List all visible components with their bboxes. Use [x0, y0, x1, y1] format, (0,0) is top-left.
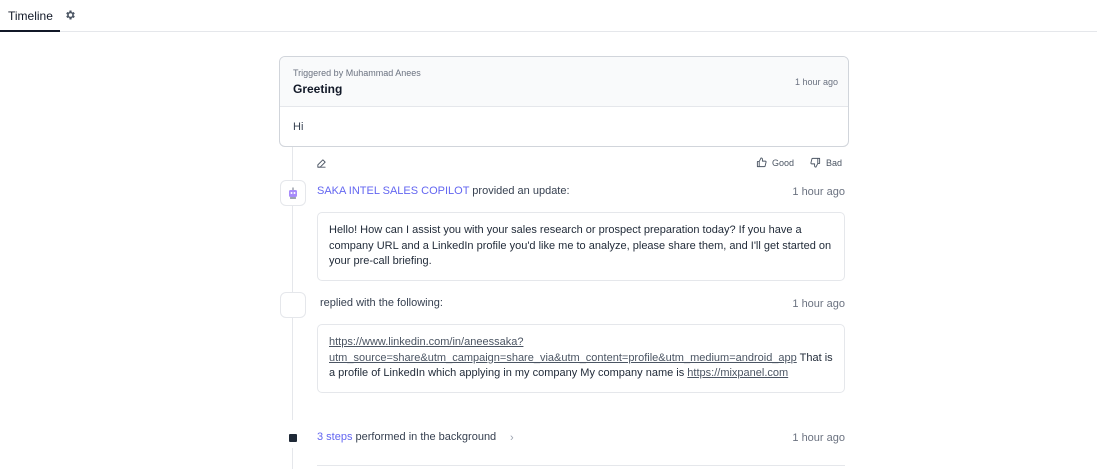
user-reply-message: https://www.linkedin.com/in/aneessaka? ut… [317, 324, 845, 393]
user-avatar [280, 292, 306, 318]
edit-icon[interactable] [316, 158, 327, 169]
steps-link[interactable]: 3 steps [317, 431, 352, 443]
event-action: replied with the following: [320, 297, 443, 309]
steps-marker-icon [289, 434, 297, 442]
event-action: provided an update: [472, 185, 570, 197]
good-button[interactable]: Good [756, 157, 794, 168]
timeline-line [292, 318, 293, 420]
divider [317, 465, 845, 466]
tab-timeline[interactable]: Timeline [0, 0, 60, 32]
thumbs-up-icon [756, 157, 767, 168]
triggered-by-label: Triggered by Muhammad Anees [293, 68, 421, 78]
steps-row[interactable]: 3 steps performed in the background [317, 431, 496, 443]
event-header: replied with the following: [320, 297, 443, 309]
trigger-title: Greeting [293, 82, 343, 96]
chevron-right-icon[interactable]: › [510, 432, 514, 444]
copilot-message: Hello! How can I assist you with your sa… [317, 212, 845, 281]
timeline-line [292, 206, 293, 292]
trigger-card: Triggered by Muhammad Anees Greeting 1 h… [279, 56, 849, 147]
robot-icon [289, 187, 297, 199]
bad-button[interactable]: Bad [810, 157, 842, 168]
linkedin-link[interactable]: https://www.linkedin.com/in/aneessaka? ut… [329, 336, 797, 364]
gear-icon[interactable] [64, 9, 76, 21]
steps-action: performed in the background [355, 431, 497, 443]
trigger-card-header: Triggered by Muhammad Anees Greeting 1 h… [280, 57, 848, 107]
copilot-avatar [280, 180, 306, 206]
event-time: 1 hour ago [792, 298, 845, 310]
bad-label: Bad [826, 157, 843, 168]
thumbs-down-icon [810, 157, 821, 168]
timeline-line [292, 147, 293, 180]
trigger-message: Hi [293, 121, 304, 133]
actor-link[interactable]: SAKA INTEL SALES COPILOT [317, 185, 469, 197]
event-time: 1 hour ago [792, 432, 845, 444]
event-header: SAKA INTEL SALES COPILOT provided an upd… [317, 185, 570, 197]
event-time: 1 hour ago [792, 186, 845, 198]
trigger-time: 1 hour ago [794, 77, 838, 87]
good-label: Good [772, 157, 795, 168]
mixpanel-link[interactable]: https://mixpanel.com [687, 367, 788, 379]
top-tab-bar: Timeline [0, 0, 1097, 32]
tab-timeline-label: Timeline [8, 9, 53, 23]
timeline-line [292, 448, 293, 469]
